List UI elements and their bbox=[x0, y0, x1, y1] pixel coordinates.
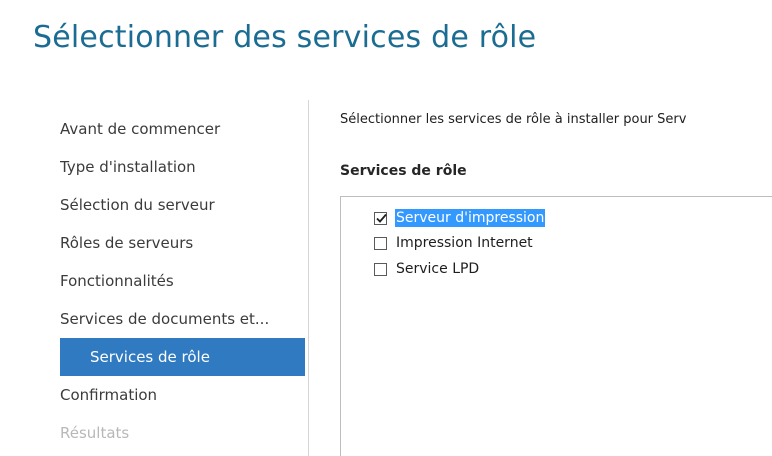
wizard-nav: Avant de commencer Type d'installation S… bbox=[60, 110, 305, 452]
role-service-item[interactable]: Impression Internet bbox=[374, 234, 534, 252]
checkmark-icon bbox=[376, 213, 387, 223]
checkbox-checked[interactable] bbox=[374, 211, 387, 225]
nav-item-label: Rôles de serveurs bbox=[60, 234, 194, 252]
role-service-label: Serveur d'impression bbox=[395, 209, 546, 227]
nav-item-label: Confirmation bbox=[60, 386, 158, 404]
role-service-label: Service LPD bbox=[396, 261, 480, 277]
content-description: Sélectionner les services de rôle à inst… bbox=[340, 112, 687, 127]
nav-item-label: Résultats bbox=[60, 424, 130, 442]
nav-item-services-de-role[interactable]: Services de rôle bbox=[60, 338, 305, 376]
role-services-list[interactable]: Serveur d'impression Impression Internet… bbox=[340, 196, 772, 456]
section-label: Services de rôle bbox=[340, 163, 467, 179]
nav-item-selection-serveur[interactable]: Sélection du serveur bbox=[60, 186, 305, 224]
nav-item-label: Services de documents et... bbox=[60, 310, 270, 328]
nav-item-label: Avant de commencer bbox=[60, 120, 221, 138]
wizard-page: Sélectionner des services de rôle Avant … bbox=[0, 0, 772, 456]
page-title: Sélectionner des services de rôle bbox=[33, 20, 537, 55]
role-service-item[interactable]: Service LPD bbox=[374, 260, 480, 278]
nav-item-confirmation[interactable]: Confirmation bbox=[60, 376, 305, 414]
nav-item-fonctionnalites[interactable]: Fonctionnalités bbox=[60, 262, 305, 300]
nav-item-resultats: Résultats bbox=[60, 414, 305, 452]
checkbox-unchecked[interactable] bbox=[374, 236, 387, 250]
nav-item-roles-serveurs[interactable]: Rôles de serveurs bbox=[60, 224, 305, 262]
nav-item-type-installation[interactable]: Type d'installation bbox=[60, 148, 305, 186]
nav-item-label: Services de rôle bbox=[90, 348, 210, 366]
role-service-item[interactable]: Serveur d'impression bbox=[374, 209, 546, 227]
nav-item-avant-de-commencer[interactable]: Avant de commencer bbox=[60, 110, 305, 148]
checkbox-unchecked[interactable] bbox=[374, 262, 387, 276]
nav-item-label: Type d'installation bbox=[60, 158, 196, 176]
nav-item-services-documents[interactable]: Services de documents et... bbox=[60, 300, 305, 338]
nav-item-label: Sélection du serveur bbox=[60, 196, 215, 214]
nav-item-label: Fonctionnalités bbox=[60, 272, 174, 290]
role-service-label: Impression Internet bbox=[396, 235, 533, 251]
nav-divider bbox=[308, 100, 309, 456]
